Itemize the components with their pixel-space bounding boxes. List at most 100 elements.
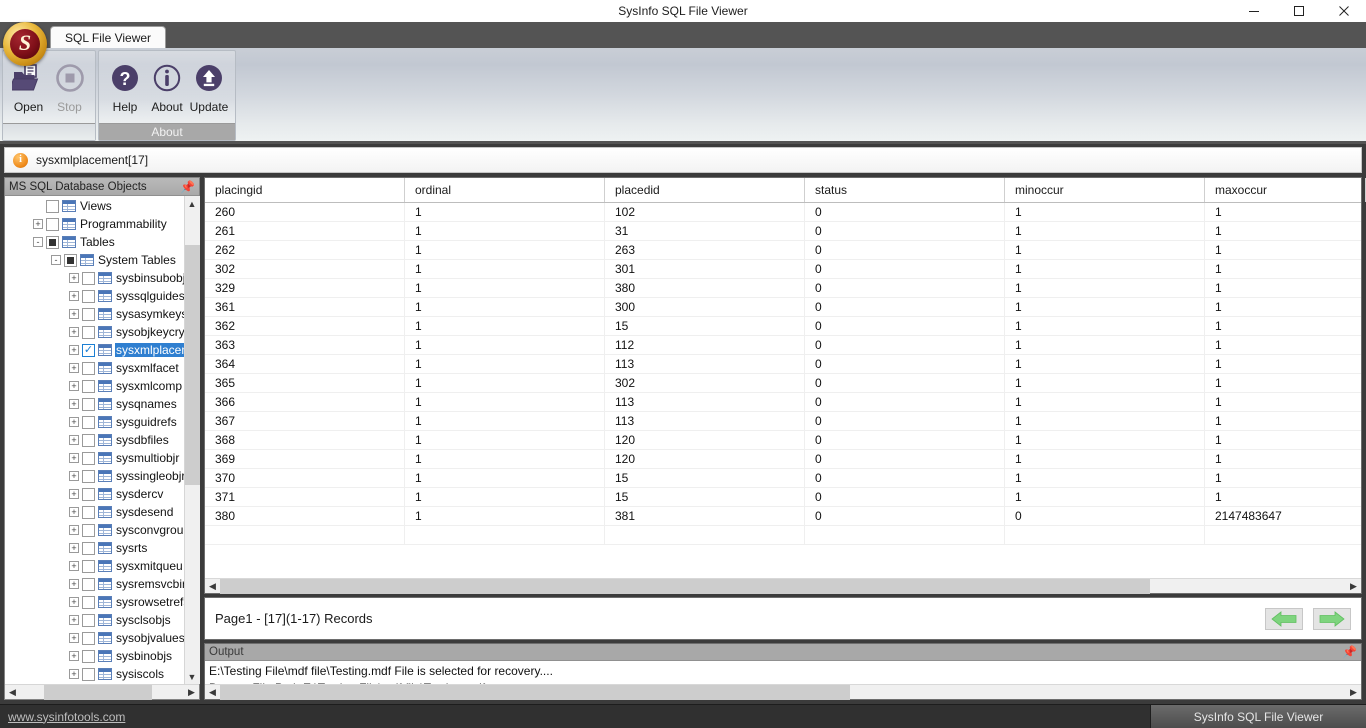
- stop-button[interactable]: Stop: [50, 55, 89, 114]
- grid-scroll-left-icon[interactable]: ◀: [205, 579, 220, 594]
- output-hscroll-track[interactable]: [220, 684, 1346, 700]
- expand-icon[interactable]: +: [69, 561, 79, 571]
- expand-icon[interactable]: +: [69, 633, 79, 643]
- expand-icon[interactable]: +: [69, 381, 79, 391]
- tree-node-sysxmlplacem[interactable]: + ✓ sysxmlplacem: [5, 341, 184, 359]
- tree-node-sysmultiobjr[interactable]: + sysmultiobjr: [5, 449, 184, 467]
- tree-node-sysobjvalues[interactable]: + sysobjvalues: [5, 629, 184, 647]
- scroll-right-icon[interactable]: ▶: [184, 685, 199, 700]
- tree-node-checkbox[interactable]: [82, 595, 95, 609]
- tree-node-checkbox[interactable]: [82, 487, 95, 501]
- website-link[interactable]: www.sysinfotools.com: [0, 710, 125, 724]
- tree-hscroll-thumb[interactable]: [44, 684, 152, 700]
- expand-icon[interactable]: +: [69, 399, 79, 409]
- tree-vertical-scrollbar[interactable]: ▲ ▼: [184, 196, 200, 684]
- scroll-down-icon[interactable]: ▼: [184, 669, 200, 684]
- tree-node-checkbox[interactable]: [82, 307, 95, 321]
- tree-node-tables[interactable]: - Tables: [5, 233, 184, 251]
- tree-node-system-tables[interactable]: - System Tables: [5, 251, 184, 269]
- expand-icon[interactable]: +: [69, 507, 79, 517]
- column-header-placingid[interactable]: placingid: [205, 178, 405, 202]
- update-button[interactable]: Update: [189, 55, 229, 114]
- tree-node-checkbox[interactable]: [82, 397, 95, 411]
- table-row[interactable]: 302 1 301 0 1 1: [205, 260, 1361, 279]
- tree-node-checkbox[interactable]: [82, 379, 95, 393]
- tree-node-checkbox[interactable]: [64, 253, 77, 267]
- close-icon[interactable]: [1321, 0, 1366, 22]
- next-page-button[interactable]: [1313, 607, 1351, 630]
- table-row[interactable]: 262 1 263 0 1 1: [205, 241, 1361, 260]
- tree-node-checkbox[interactable]: [82, 325, 95, 339]
- table-row[interactable]: 364 1 113 0 1 1: [205, 355, 1361, 374]
- output-hscroll-thumb[interactable]: [220, 684, 850, 700]
- table-row[interactable]: 366 1 113 0 1 1: [205, 393, 1361, 412]
- table-row[interactable]: 329 1 380 0 1 1: [205, 279, 1361, 298]
- tree-vscroll-track[interactable]: [184, 211, 200, 669]
- table-row[interactable]: 367 1 113 0 1 1: [205, 412, 1361, 431]
- tree-node-sysdesend[interactable]: + sysdesend: [5, 503, 184, 521]
- collapse-icon[interactable]: -: [33, 237, 43, 247]
- table-row[interactable]: 261 1 31 0 1 1: [205, 222, 1361, 241]
- tree-node-syssingleobjr[interactable]: + syssingleobjr: [5, 467, 184, 485]
- tree-node-checkbox[interactable]: [82, 289, 95, 303]
- tree-node-checkbox[interactable]: [82, 613, 95, 627]
- maximize-icon[interactable]: [1276, 0, 1321, 22]
- expand-icon[interactable]: +: [69, 345, 79, 355]
- tree-node-checkbox[interactable]: [82, 631, 95, 645]
- tree-node-sysdercv[interactable]: + sysdercv: [5, 485, 184, 503]
- tree-node-sysxmlfacet[interactable]: + sysxmlfacet: [5, 359, 184, 377]
- expand-icon[interactable]: +: [69, 309, 79, 319]
- scroll-up-icon[interactable]: ▲: [184, 196, 200, 211]
- tree-node-checkbox[interactable]: [82, 469, 95, 483]
- expand-icon[interactable]: +: [69, 615, 79, 625]
- tree-node-views[interactable]: Views: [5, 197, 184, 215]
- expand-icon[interactable]: +: [69, 273, 79, 283]
- help-button[interactable]: ? Help: [105, 55, 145, 114]
- tree-node-checkbox[interactable]: [82, 361, 95, 375]
- tree-node-sysremsvcbir[interactable]: + sysremsvcbir: [5, 575, 184, 593]
- tree-node-sysguidrefs[interactable]: + sysguidrefs: [5, 413, 184, 431]
- about-button[interactable]: About: [147, 55, 187, 114]
- column-header-minoccur[interactable]: minoccur: [1005, 178, 1205, 202]
- tree-node-checkbox[interactable]: [82, 433, 95, 447]
- tree-node-sysxmlcomp[interactable]: + sysxmlcomp: [5, 377, 184, 395]
- collapse-icon[interactable]: -: [51, 255, 61, 265]
- table-row[interactable]: 380 1 381 0 0 2147483647: [205, 507, 1361, 526]
- output-scroll-left-icon[interactable]: ◀: [205, 685, 220, 700]
- expand-icon[interactable]: +: [69, 579, 79, 589]
- tree-node-checkbox[interactable]: [82, 271, 95, 285]
- tree-node-sysrowsetrefs[interactable]: + sysrowsetrefs: [5, 593, 184, 611]
- tree-node-sysbinsubobj[interactable]: + sysbinsubobj: [5, 269, 184, 287]
- column-header-status[interactable]: status: [805, 178, 1005, 202]
- tree-node-sysiscols[interactable]: + sysiscols: [5, 665, 184, 683]
- tree-node-sysobjkeycry[interactable]: + sysobjkeycry: [5, 323, 184, 341]
- database-objects-tree[interactable]: Views + Programmability - Tables - System Tabl…: [5, 196, 184, 684]
- column-header-placedid[interactable]: placedid: [605, 178, 805, 202]
- tab-sql-file-viewer[interactable]: SQL File Viewer: [50, 26, 167, 48]
- previous-page-button[interactable]: [1265, 607, 1303, 630]
- tree-node-programmability[interactable]: + Programmability: [5, 215, 184, 233]
- grid-scroll-right-icon[interactable]: ▶: [1346, 579, 1361, 594]
- expand-icon[interactable]: +: [33, 219, 43, 229]
- expand-icon[interactable]: +: [69, 417, 79, 427]
- tree-node-checkbox[interactable]: [82, 667, 95, 681]
- tree-node-checkbox[interactable]: [82, 523, 95, 537]
- tree-node-sysasymkeys[interactable]: + sysasymkeys: [5, 305, 184, 323]
- expand-icon[interactable]: +: [69, 435, 79, 445]
- tree-node-checkbox[interactable]: ✓: [82, 343, 95, 357]
- tree-node-sysconvgrou[interactable]: + sysconvgrou: [5, 521, 184, 539]
- tree-node-checkbox[interactable]: [46, 217, 59, 231]
- expand-icon[interactable]: +: [69, 291, 79, 301]
- records-grid-body[interactable]: 260 1 102 0 1 1 261 1 31 0 1 1 262 1 263 0 1 1 302 1 301 0 1 1 3…: [205, 203, 1361, 578]
- expand-icon[interactable]: +: [69, 453, 79, 463]
- column-header-ordinal[interactable]: ordinal: [405, 178, 605, 202]
- expand-icon[interactable]: +: [69, 327, 79, 337]
- tree-vscroll-thumb[interactable]: [184, 245, 200, 485]
- tree-node-checkbox[interactable]: [46, 235, 59, 249]
- scroll-left-icon[interactable]: ◀: [5, 685, 20, 700]
- table-row[interactable]: 368 1 120 0 1 1: [205, 431, 1361, 450]
- output-horizontal-scrollbar[interactable]: ◀ ▶: [205, 684, 1361, 700]
- expand-icon[interactable]: +: [69, 471, 79, 481]
- grid-hscroll-thumb[interactable]: [220, 578, 1150, 594]
- tree-hscroll-track[interactable]: [20, 684, 184, 700]
